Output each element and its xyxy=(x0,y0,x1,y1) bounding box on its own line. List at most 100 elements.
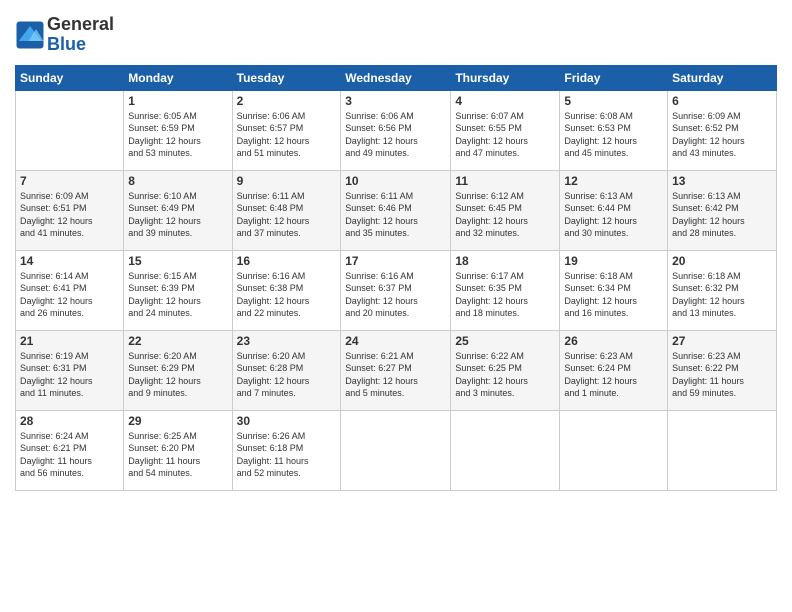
day-cell xyxy=(668,410,777,490)
day-info: Sunrise: 6:19 AM Sunset: 6:31 PM Dayligh… xyxy=(20,350,119,400)
day-number: 25 xyxy=(455,334,555,348)
day-cell: 8 Sunrise: 6:10 AM Sunset: 6:49 PM Daylig… xyxy=(124,170,232,250)
day-cell: 26 Sunrise: 6:23 AM Sunset: 6:24 PM Dayli… xyxy=(560,330,668,410)
day-cell: 19Sunrise: 6:18 AM Sunset: 6:34 PM Dayli… xyxy=(560,250,668,330)
day-number: 18 xyxy=(455,254,555,268)
day-info: Sunrise: 6:11 AM Sunset: 6:48 PM Dayligh… xyxy=(237,190,337,240)
day-info: Sunrise: 6:10 AM Sunset: 6:49 PM Dayligh… xyxy=(128,190,227,240)
day-cell: 16 Sunrise: 6:16 AM Sunset: 6:38 PM Dayli… xyxy=(232,250,341,330)
day-info: Sunrise: 6:21 AM Sunset: 6:27 PM Dayligh… xyxy=(345,350,446,400)
day-number: 4 xyxy=(455,94,555,108)
day-number: 23 xyxy=(237,334,337,348)
day-info: Sunrise: 6:18 AM Sunset: 6:32 PM Dayligh… xyxy=(672,270,772,320)
day-info: Sunrise: 6:16 AM Sunset: 6:38 PM Dayligh… xyxy=(237,270,337,320)
day-info: Sunrise: 6:16 AM Sunset: 6:37 PM Dayligh… xyxy=(345,270,446,320)
day-header-thursday: Thursday xyxy=(451,65,560,90)
day-number: 15 xyxy=(128,254,227,268)
day-number: 22 xyxy=(128,334,227,348)
day-number: 7 xyxy=(20,174,119,188)
day-number: 21 xyxy=(20,334,119,348)
day-number: 20 xyxy=(672,254,772,268)
day-number: 26 xyxy=(564,334,663,348)
day-number: 13 xyxy=(672,174,772,188)
day-number: 2 xyxy=(237,94,337,108)
day-info: Sunrise: 6:06 AM Sunset: 6:57 PM Dayligh… xyxy=(237,110,337,160)
day-number: 11 xyxy=(455,174,555,188)
day-cell: 5 Sunrise: 6:08 AM Sunset: 6:53 PM Daylig… xyxy=(560,90,668,170)
day-number: 30 xyxy=(237,414,337,428)
day-cell: 28 Sunrise: 6:24 AM Sunset: 6:21 PM Dayli… xyxy=(16,410,124,490)
day-cell: 9 Sunrise: 6:11 AM Sunset: 6:48 PM Daylig… xyxy=(232,170,341,250)
day-info: Sunrise: 6:09 AM Sunset: 6:51 PM Dayligh… xyxy=(20,190,119,240)
logo: General Blue xyxy=(15,15,114,55)
day-info: Sunrise: 6:07 AM Sunset: 6:55 PM Dayligh… xyxy=(455,110,555,160)
day-info: Sunrise: 6:26 AM Sunset: 6:18 PM Dayligh… xyxy=(237,430,337,480)
day-cell: 7 Sunrise: 6:09 AM Sunset: 6:51 PM Daylig… xyxy=(16,170,124,250)
day-header-friday: Friday xyxy=(560,65,668,90)
day-info: Sunrise: 6:09 AM Sunset: 6:52 PM Dayligh… xyxy=(672,110,772,160)
day-number: 8 xyxy=(128,174,227,188)
day-number: 24 xyxy=(345,334,446,348)
day-info: Sunrise: 6:23 AM Sunset: 6:24 PM Dayligh… xyxy=(564,350,663,400)
day-cell: 23 Sunrise: 6:20 AM Sunset: 6:28 PM Dayli… xyxy=(232,330,341,410)
day-info: Sunrise: 6:20 AM Sunset: 6:28 PM Dayligh… xyxy=(237,350,337,400)
day-cell: 17Sunrise: 6:16 AM Sunset: 6:37 PM Dayli… xyxy=(341,250,451,330)
day-info: Sunrise: 6:22 AM Sunset: 6:25 PM Dayligh… xyxy=(455,350,555,400)
day-cell: 13 Sunrise: 6:13 AM Sunset: 6:42 PM Dayli… xyxy=(668,170,777,250)
day-info: Sunrise: 6:17 AM Sunset: 6:35 PM Dayligh… xyxy=(455,270,555,320)
day-info: Sunrise: 6:05 AM Sunset: 6:59 PM Dayligh… xyxy=(128,110,227,160)
day-info: Sunrise: 6:15 AM Sunset: 6:39 PM Dayligh… xyxy=(128,270,227,320)
day-number: 27 xyxy=(672,334,772,348)
day-header-saturday: Saturday xyxy=(668,65,777,90)
day-cell: 21 Sunrise: 6:19 AM Sunset: 6:31 PM Dayli… xyxy=(16,330,124,410)
day-number: 14 xyxy=(20,254,119,268)
calendar-body: 1 Sunrise: 6:05 AM Sunset: 6:59 PM Daylig… xyxy=(16,90,777,490)
day-info: Sunrise: 6:24 AM Sunset: 6:21 PM Dayligh… xyxy=(20,430,119,480)
day-number: 29 xyxy=(128,414,227,428)
day-info: Sunrise: 6:11 AM Sunset: 6:46 PM Dayligh… xyxy=(345,190,446,240)
day-cell: 15 Sunrise: 6:15 AM Sunset: 6:39 PM Dayli… xyxy=(124,250,232,330)
day-cell xyxy=(341,410,451,490)
day-info: Sunrise: 6:20 AM Sunset: 6:29 PM Dayligh… xyxy=(128,350,227,400)
day-number: 1 xyxy=(128,94,227,108)
day-info: Sunrise: 6:12 AM Sunset: 6:45 PM Dayligh… xyxy=(455,190,555,240)
logo-icon xyxy=(15,20,45,50)
day-info: Sunrise: 6:13 AM Sunset: 6:42 PM Dayligh… xyxy=(672,190,772,240)
day-cell xyxy=(560,410,668,490)
day-cell: 30 Sunrise: 6:26 AM Sunset: 6:18 PM Dayli… xyxy=(232,410,341,490)
day-cell: 25 Sunrise: 6:22 AM Sunset: 6:25 PM Dayli… xyxy=(451,330,560,410)
day-info: Sunrise: 6:13 AM Sunset: 6:44 PM Dayligh… xyxy=(564,190,663,240)
day-info: Sunrise: 6:14 AM Sunset: 6:41 PM Dayligh… xyxy=(20,270,119,320)
day-info: Sunrise: 6:25 AM Sunset: 6:20 PM Dayligh… xyxy=(128,430,227,480)
day-cell: 4 Sunrise: 6:07 AM Sunset: 6:55 PM Daylig… xyxy=(451,90,560,170)
day-header-monday: Monday xyxy=(124,65,232,90)
week-row-2: 7 Sunrise: 6:09 AM Sunset: 6:51 PM Daylig… xyxy=(16,170,777,250)
day-cell: 11 Sunrise: 6:12 AM Sunset: 6:45 PM Dayli… xyxy=(451,170,560,250)
day-number: 19 xyxy=(564,254,663,268)
day-cell: 6Sunrise: 6:09 AM Sunset: 6:52 PM Daylig… xyxy=(668,90,777,170)
week-row-3: 14 Sunrise: 6:14 AM Sunset: 6:41 PM Dayli… xyxy=(16,250,777,330)
header: General Blue xyxy=(15,15,777,55)
day-cell: 2 Sunrise: 6:06 AM Sunset: 6:57 PM Daylig… xyxy=(232,90,341,170)
day-cell: 12Sunrise: 6:13 AM Sunset: 6:44 PM Dayli… xyxy=(560,170,668,250)
day-cell: 22 Sunrise: 6:20 AM Sunset: 6:29 PM Dayli… xyxy=(124,330,232,410)
calendar-page: General Blue SundayMondayTuesdayWednesda… xyxy=(0,0,792,612)
day-cell xyxy=(16,90,124,170)
week-row-4: 21 Sunrise: 6:19 AM Sunset: 6:31 PM Dayli… xyxy=(16,330,777,410)
day-header-tuesday: Tuesday xyxy=(232,65,341,90)
day-number: 5 xyxy=(564,94,663,108)
day-number: 9 xyxy=(237,174,337,188)
day-number: 16 xyxy=(237,254,337,268)
day-cell: 29 Sunrise: 6:25 AM Sunset: 6:20 PM Dayli… xyxy=(124,410,232,490)
day-info: Sunrise: 6:06 AM Sunset: 6:56 PM Dayligh… xyxy=(345,110,446,160)
day-info: Sunrise: 6:08 AM Sunset: 6:53 PM Dayligh… xyxy=(564,110,663,160)
day-cell: 1 Sunrise: 6:05 AM Sunset: 6:59 PM Daylig… xyxy=(124,90,232,170)
day-cell: 24 Sunrise: 6:21 AM Sunset: 6:27 PM Dayli… xyxy=(341,330,451,410)
calendar-table: SundayMondayTuesdayWednesdayThursdayFrid… xyxy=(15,65,777,491)
day-header-wednesday: Wednesday xyxy=(341,65,451,90)
day-number: 3 xyxy=(345,94,446,108)
week-row-5: 28 Sunrise: 6:24 AM Sunset: 6:21 PM Dayli… xyxy=(16,410,777,490)
day-cell xyxy=(451,410,560,490)
day-cell: 10Sunrise: 6:11 AM Sunset: 6:46 PM Dayli… xyxy=(341,170,451,250)
day-number: 28 xyxy=(20,414,119,428)
